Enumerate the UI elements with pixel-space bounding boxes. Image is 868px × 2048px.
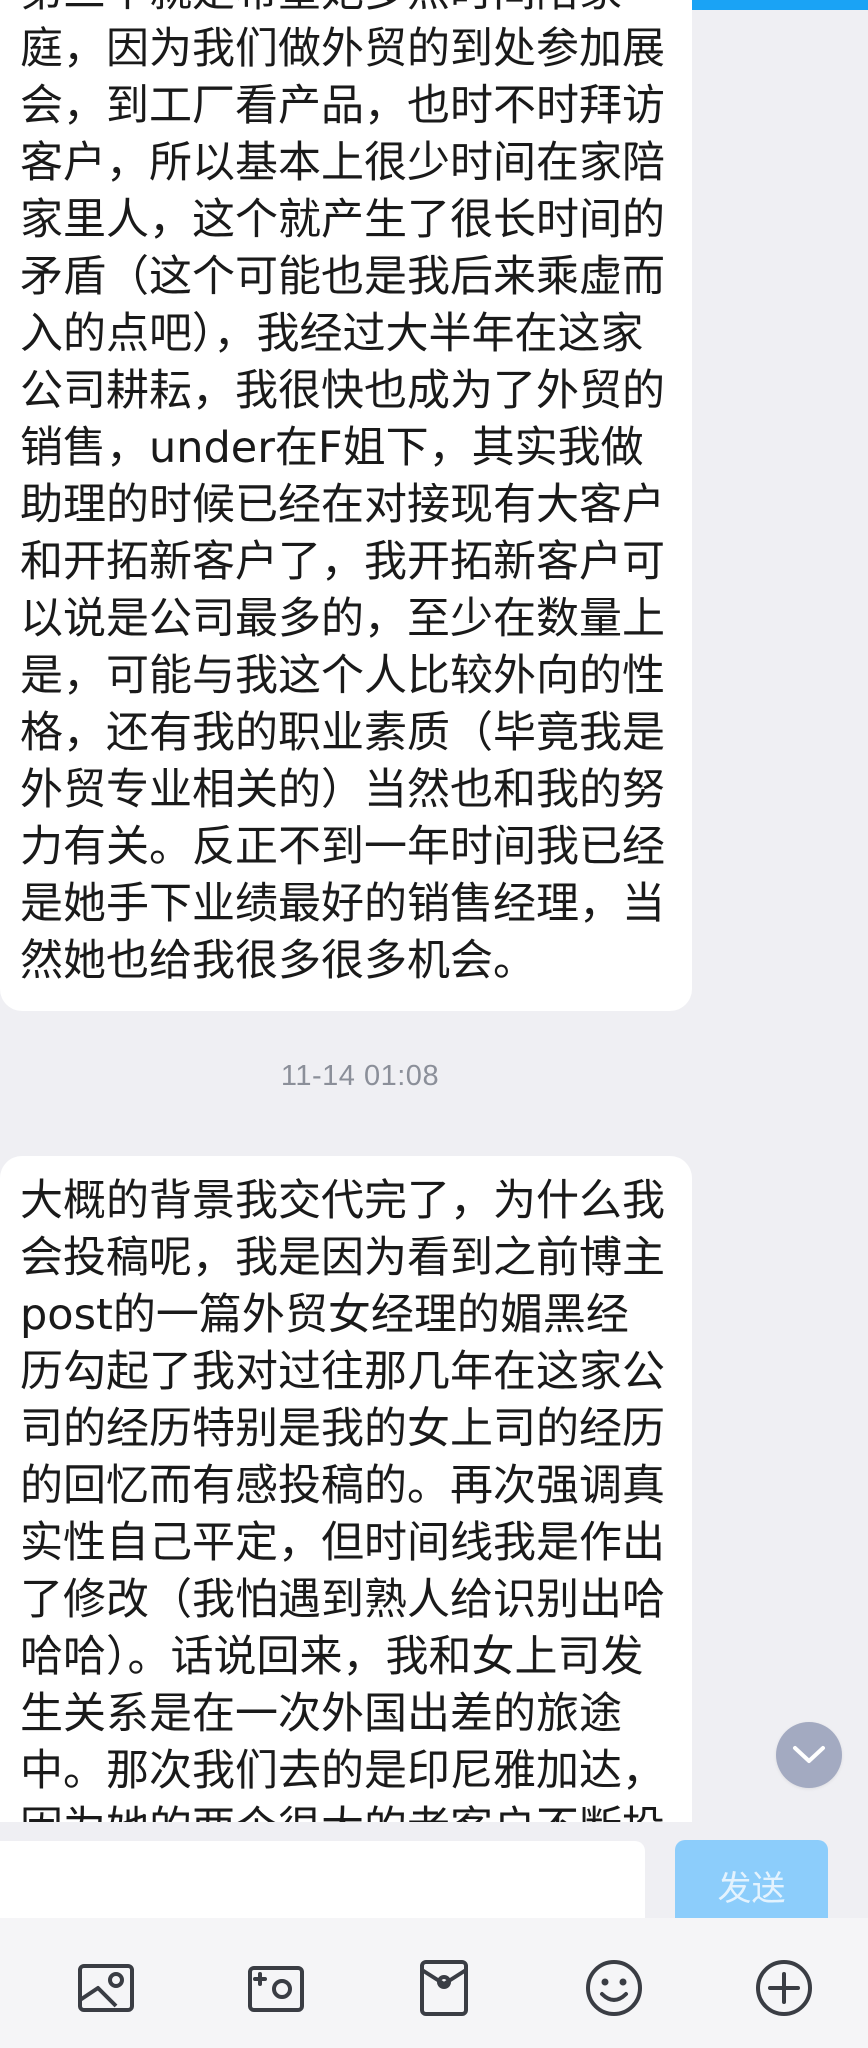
camera-button[interactable]: [244, 1956, 308, 2020]
message-line: 是她手下业绩最好的销售经理，当: [20, 879, 665, 929]
message-line: 会投稿呢，我是因为看到之前博主: [20, 1233, 665, 1283]
message-line: 因为她的两个很大的老客户不断投: [20, 1800, 670, 1822]
message-line: 了修改（我怕遇到熟人给识别出哈: [20, 1575, 665, 1625]
message-line: 入的点吧），我经过大半年在这家: [20, 309, 644, 359]
message-line: 外贸专业相关的）当然也和我的努: [20, 765, 665, 815]
message-line: 历勾起了我对过往那几年在这家公: [20, 1347, 665, 1397]
message-line: 助理的时候已经在对接现有大客户: [20, 480, 665, 530]
chat-message-list[interactable]: 第三个就是希望她多点时间陪家 庭，因为我们做外贸的到处参加展 会，到工厂看产品，…: [0, 0, 868, 1822]
input-toolbar: [0, 1918, 868, 2048]
scroll-to-bottom-button[interactable]: [776, 1722, 842, 1788]
emoji-button[interactable]: [582, 1956, 646, 2020]
message-text: 第三个就是希望她多点时间陪家 庭，因为我们做外贸的到处参加展 会，到工厂看产品，…: [20, 0, 670, 990]
message-line: 生关系是在一次外国出差的旅途: [20, 1689, 622, 1739]
message-timestamp: 11-14 01:08: [280, 1060, 440, 1092]
message-line: 司的经历特别是我的女上司的经历: [20, 1404, 665, 1454]
camera-icon: [248, 1966, 304, 2012]
message-line: 力有关。反正不到一年时间我已经: [20, 822, 665, 872]
message-line: 庭，因为我们做外贸的到处参加展: [20, 24, 665, 74]
message-line: 以说是公司最多的，至少在数量上: [20, 594, 665, 644]
message-line: 的回忆而有感投稿的。再次强调真: [20, 1461, 665, 1511]
envelope-icon: [420, 1960, 468, 2016]
image-button[interactable]: [74, 1956, 138, 2020]
message-line: 矛盾（这个可能也是我后来乘虚而: [20, 252, 665, 302]
message-line: 然她也给我很多很多机会。: [20, 936, 536, 986]
message-line: 销售，under在F姐下，其实我做: [20, 423, 644, 473]
message-line: 大概的背景我交代完了，为什么我: [20, 1176, 665, 1226]
message-line: 实性自己平定，但时间线我是作出: [20, 1518, 665, 1568]
message-line: 家里人，这个就产生了很长时间的: [20, 195, 665, 245]
message-line: 格，还有我的职业素质（毕竟我是: [20, 708, 665, 758]
message-line: 客户，所以基本上很少时间在家陪: [20, 138, 665, 188]
message-bubble[interactable]: 第三个就是希望她多点时间陪家 庭，因为我们做外贸的到处参加展 会，到工厂看产品，…: [0, 0, 692, 1011]
more-button[interactable]: [752, 1956, 816, 2020]
plus-circle-icon: [756, 1960, 812, 2016]
message-line: 中。那次我们去的是印尼雅加达，: [20, 1746, 665, 1796]
message-line: 会，到工厂看产品，也时不时拜访: [20, 81, 665, 131]
message-line: 和开拓新客户了，我开拓新客户可: [20, 537, 665, 587]
message-bubble[interactable]: 大概的背景我交代完了，为什么我 会投稿呢，我是因为看到之前博主 post的一篇外…: [0, 1156, 692, 1822]
send-button[interactable]: 发送: [675, 1840, 828, 1930]
message-line: 第三个就是希望她多点时间陪家: [20, 0, 670, 21]
image-icon: [78, 1964, 134, 2012]
emoji-icon: [586, 1960, 642, 2016]
chevron-down-icon: [793, 1746, 825, 1763]
message-input[interactable]: [0, 1841, 645, 1929]
message-line: 是，可能与我这个人比较外向的性: [20, 651, 665, 701]
message-line: 哈哈）。话说回来，我和女上司发: [20, 1632, 644, 1682]
red-packet-button[interactable]: [412, 1956, 476, 2020]
message-text: 大概的背景我交代完了，为什么我 会投稿呢，我是因为看到之前博主 post的一篇外…: [20, 1173, 670, 1822]
message-line: 公司耕耘，我很快也成为了外贸的: [20, 366, 665, 416]
message-line: post的一篇外贸女经理的媚黑经: [20, 1290, 629, 1340]
